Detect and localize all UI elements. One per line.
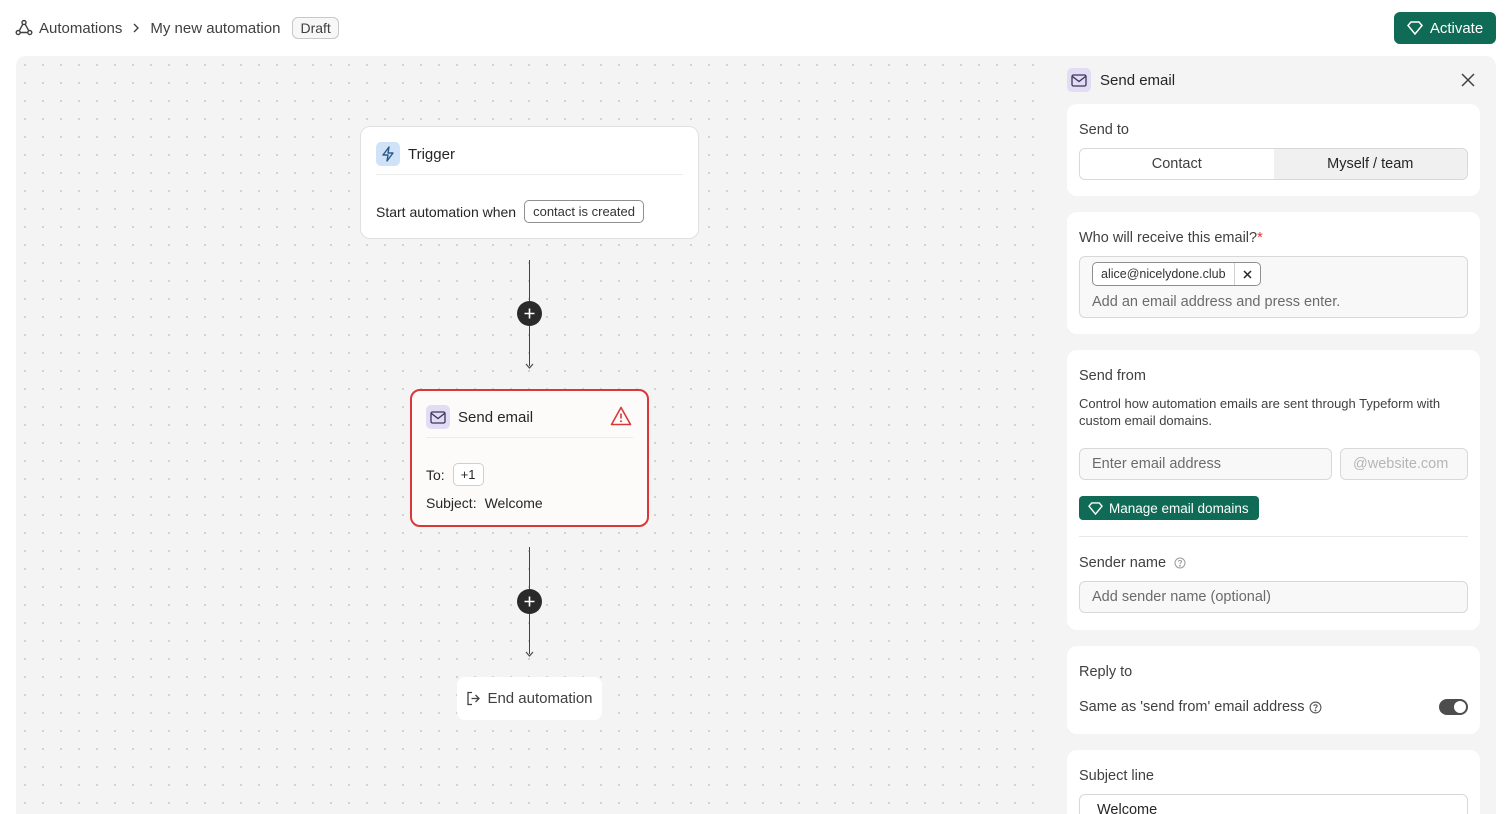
- sender-name-label-text: Sender name: [1079, 555, 1167, 571]
- end-label: End automation: [487, 690, 593, 707]
- send-from-description: Control how automation emails are sent t…: [1079, 396, 1441, 428]
- automation-canvas[interactable]: Trigger Start automation when contact is…: [16, 56, 1050, 814]
- activate-button[interactable]: Activate: [1394, 12, 1496, 44]
- help-icon[interactable]: [1309, 701, 1322, 714]
- reply-to-option-text: Same as 'send from' email address: [1079, 699, 1305, 715]
- send-from-section: Send from Control how automation emails …: [1067, 350, 1480, 630]
- send-email-node[interactable]: Send email To: +1 Subject: Welcome: [410, 389, 649, 527]
- subject-value: Welcome: [484, 495, 543, 511]
- trigger-prefix: Start automation when: [376, 203, 517, 220]
- recipients-label: Who will receive this email?*: [1079, 230, 1263, 246]
- subject-line-input[interactable]: Welcome: [1079, 794, 1468, 814]
- activate-label: Activate: [1429, 19, 1484, 37]
- send-to-label: Send to: [1079, 122, 1129, 138]
- manage-email-domains-button[interactable]: Manage email domains: [1079, 496, 1259, 520]
- reply-to-option: Same as 'send from' email address: [1079, 699, 1322, 715]
- email-node-title: Send email: [458, 408, 534, 426]
- breadcrumb-automations[interactable]: Automations: [39, 20, 122, 37]
- required-mark: *: [1257, 230, 1263, 246]
- from-email-input[interactable]: [1079, 448, 1332, 480]
- chevron-right-icon: [132, 23, 140, 33]
- sender-name-input[interactable]: [1079, 581, 1468, 613]
- reply-to-toggle[interactable]: [1439, 699, 1468, 715]
- email-to-row: To: +1: [426, 463, 484, 486]
- trigger-header: Trigger: [376, 142, 455, 166]
- reply-to-label: Reply to: [1079, 664, 1133, 680]
- panel-title: Send email: [1100, 71, 1176, 89]
- lightning-icon: [376, 142, 400, 166]
- top-bar: Automations My new automation Draft Acti…: [0, 0, 1512, 56]
- end-automation-node[interactable]: End automation: [457, 677, 602, 720]
- recipient-email: alice@nicelydone.club: [1101, 267, 1226, 281]
- email-node-header: Send email: [426, 405, 533, 429]
- step-settings-panel: Send email Send to Contact Myself / team…: [1050, 56, 1496, 814]
- toggle-knob: [1454, 701, 1466, 713]
- recipients-field[interactable]: alice@nicelydone.club: [1079, 256, 1468, 318]
- reply-to-section: Reply to Same as 'send from' email addre…: [1067, 646, 1480, 734]
- send-to-section: Send to Contact Myself / team: [1067, 104, 1480, 196]
- domain-select: [1340, 448, 1468, 480]
- trigger-title: Trigger: [408, 145, 455, 163]
- trigger-node[interactable]: Trigger Start automation when contact is…: [360, 126, 699, 239]
- remove-tag-icon[interactable]: [1233, 263, 1260, 285]
- recipient-count-chip: +1: [452, 463, 484, 486]
- subject-section: Subject line Welcome: [1067, 750, 1480, 814]
- trigger-condition-row: Start automation when contact is created: [376, 200, 644, 223]
- arrow-down-icon: [525, 651, 534, 657]
- sender-name-label: Sender name: [1079, 555, 1186, 571]
- add-step-button[interactable]: [517, 301, 542, 326]
- recipient-email-input[interactable]: [1092, 294, 1452, 310]
- recipients-label-text: Who will receive this email?: [1079, 230, 1258, 246]
- panel-header: Send email: [1067, 68, 1175, 92]
- send-from-label: Send from: [1079, 368, 1146, 384]
- automation-icon: [15, 19, 33, 37]
- recipient-tag: alice@nicelydone.club: [1092, 262, 1261, 286]
- to-label: To:: [426, 466, 445, 483]
- subject-label: Subject:: [426, 495, 477, 511]
- email-subject-row: Subject: Welcome: [426, 495, 543, 511]
- manage-email-domains-label: Manage email domains: [1109, 500, 1249, 516]
- mail-icon: [426, 405, 450, 429]
- warning-icon: [610, 406, 632, 426]
- diamond-icon: [1406, 21, 1423, 35]
- arrow-down-icon: [525, 363, 534, 369]
- recipients-section: Who will receive this email?* alice@nice…: [1067, 212, 1480, 334]
- diamond-icon: [1088, 501, 1103, 515]
- divider: [1079, 536, 1468, 537]
- send-to-toggle: Contact Myself / team: [1079, 148, 1468, 180]
- send-to-team-option[interactable]: Myself / team: [1273, 149, 1467, 179]
- help-icon[interactable]: [1174, 557, 1186, 569]
- add-step-button[interactable]: [517, 589, 542, 614]
- breadcrumb: Automations My new automation Draft: [15, 16, 339, 40]
- trigger-condition-chip[interactable]: contact is created: [524, 200, 644, 223]
- mail-icon: [1067, 68, 1091, 92]
- close-icon[interactable]: [1458, 70, 1478, 90]
- status-badge: Draft: [292, 17, 339, 39]
- send-to-contact-option[interactable]: Contact: [1080, 149, 1274, 179]
- breadcrumb-current: My new automation: [150, 19, 281, 37]
- divider: [376, 174, 683, 175]
- divider: [426, 437, 633, 438]
- subject-line-label: Subject line: [1079, 768, 1154, 784]
- exit-icon: [466, 691, 481, 706]
